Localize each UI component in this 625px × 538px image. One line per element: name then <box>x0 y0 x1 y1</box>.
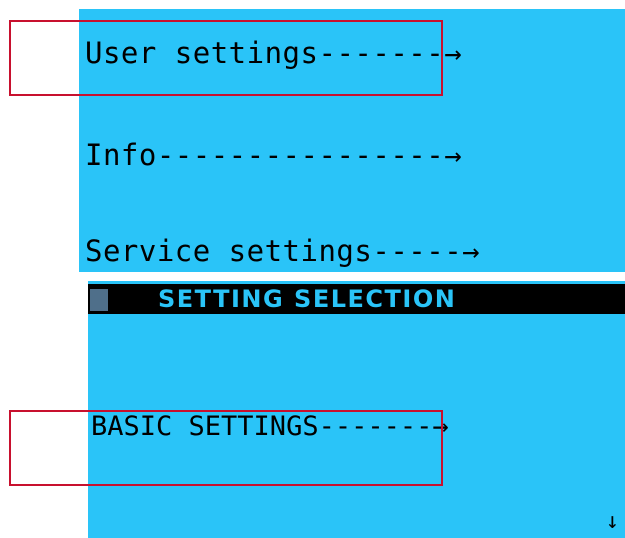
arrow-right-icon: → <box>432 411 449 442</box>
arrow-right-icon: → <box>462 234 481 268</box>
menu-item-label: User settings <box>85 36 319 70</box>
menu-item-leader: ------- <box>318 36 445 70</box>
menu-item-leader: ------- <box>318 411 433 442</box>
title-bar: SETTING SELECTION <box>88 284 625 314</box>
menu-item-basic-settings[interactable]: BASIC SETTINGS-------→ <box>91 409 449 445</box>
menu-item-info[interactable]: Info----------------→ <box>85 135 462 175</box>
arrow-right-icon: → <box>444 138 463 172</box>
screen-title: SETTING SELECTION <box>158 285 457 313</box>
lcd-screen-bottom: SETTING SELECTION BASIC SETTINGS-------→… <box>88 281 625 538</box>
menu-item-service-settings[interactable]: Service settings-----→ <box>85 231 480 271</box>
menu-item-label: Service settings <box>85 234 373 268</box>
menu-item-label: BASIC SETTINGS <box>91 411 319 442</box>
menu-item-label: Info <box>85 138 157 172</box>
scroll-down-icon: ↓ <box>605 509 619 534</box>
menu-item-leader: ----- <box>372 234 463 268</box>
lcd-screen-top: User settings-------→ Info--------------… <box>79 9 625 272</box>
menu-item-user-settings[interactable]: User settings-------→ <box>85 33 462 73</box>
menu-item-leader: ---------------- <box>156 138 445 172</box>
arrow-right-icon: → <box>444 36 463 70</box>
scroll-position-marker <box>90 289 108 311</box>
